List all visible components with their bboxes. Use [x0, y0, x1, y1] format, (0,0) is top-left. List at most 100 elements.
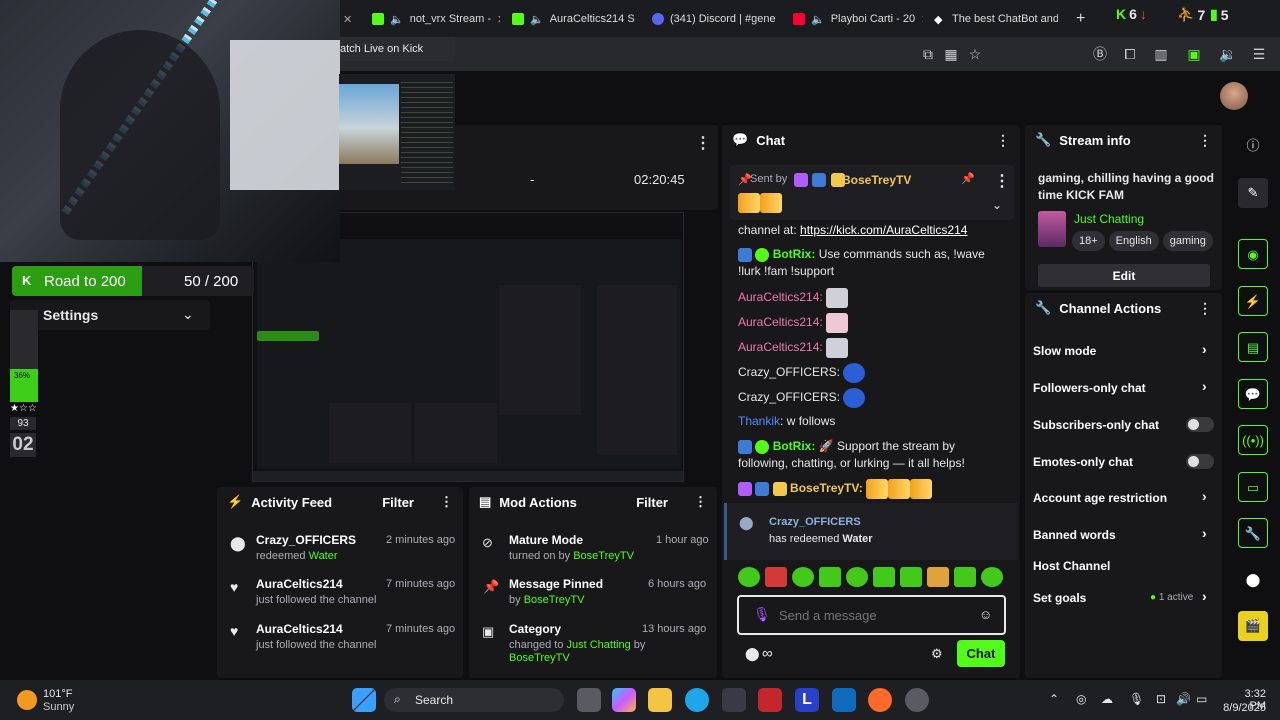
network-icon[interactable]: ⊡: [1156, 692, 1166, 706]
kick-extension-icon[interactable]: ▣: [1185, 45, 1203, 63]
message-user[interactable]: Crazy_OFFICERS:: [738, 365, 840, 379]
emotes-only-toggle[interactable]: [1186, 454, 1214, 469]
account-age-item[interactable]: Account age restriction: [1033, 491, 1167, 505]
info-icon[interactable]: ⓘ: [1238, 131, 1268, 161]
message-user[interactable]: BoseTreyTV:: [790, 481, 863, 495]
windows-start-icon[interactable]: [352, 688, 376, 712]
activity-menu-icon[interactable]: ⋮: [440, 494, 453, 510]
battery-icon[interactable]: ▭: [1196, 692, 1207, 706]
emote[interactable]: [765, 567, 787, 587]
redeem-user[interactable]: Crazy_OFFICERS: [769, 516, 861, 528]
mod-action-category[interactable]: Just Chatting: [567, 639, 631, 651]
channel-actions-menu-icon[interactable]: ⋮: [1198, 300, 1212, 317]
tab-3[interactable]: (341) Discord | #gene ✕: [652, 4, 782, 34]
extension-icon[interactable]: ⧠: [1121, 45, 1139, 63]
chevron-up-icon[interactable]: ⌃: [1049, 692, 1059, 706]
points-icon[interactable]: ⬤: [745, 646, 760, 662]
points-icon[interactable]: ⬤: [1238, 565, 1268, 595]
chevron-right-icon[interactable]: ›: [1202, 525, 1207, 541]
emoji-icon[interactable]: ☺: [979, 607, 992, 622]
document-icon[interactable]: ▤: [1238, 332, 1268, 362]
message-user[interactable]: AuraCeltics214:: [738, 290, 823, 304]
emote[interactable]: [873, 567, 895, 587]
pinned-user[interactable]: BoseTreyTV: [842, 173, 911, 187]
close-tab-icon[interactable]: ✕: [921, 13, 923, 26]
chevron-right-icon[interactable]: ›: [1202, 488, 1207, 504]
stream-info-menu-icon[interactable]: ⋮: [1198, 132, 1212, 149]
chat-input-box[interactable]: 🎙 ☺: [737, 595, 1006, 635]
emote[interactable]: [819, 567, 841, 587]
menu-icon[interactable]: ☰: [1250, 45, 1268, 63]
feed-name[interactable]: Crazy_OFFICERS: [256, 533, 356, 547]
chevron-right-icon[interactable]: ›: [1202, 588, 1207, 604]
broadcast-icon[interactable]: ((•)): [1238, 425, 1268, 455]
stats-menu-icon[interactable]: ⋮: [695, 133, 711, 153]
layout-icon[interactable]: ▭: [1238, 472, 1268, 502]
mod-action-user[interactable]: BoseTreyTV: [509, 652, 570, 664]
tray-app-icon[interactable]: ◎: [1076, 692, 1086, 706]
close-tab-icon[interactable]: ✕: [497, 13, 500, 26]
profile-b-icon[interactable]: Ⓑ: [1091, 45, 1109, 63]
taskbar-search[interactable]: ⌕ Search: [384, 688, 564, 712]
lightning-icon[interactable]: ⚡: [1238, 286, 1268, 316]
window-thumbnail[interactable]: [339, 74, 455, 190]
screen-icon[interactable]: ⧉: [919, 45, 937, 63]
clapper-icon[interactable]: 🎬: [1238, 611, 1268, 641]
firefox-icon[interactable]: [868, 688, 892, 712]
emote[interactable]: [954, 567, 976, 587]
gear-icon[interactable]: ⚙: [931, 646, 943, 662]
edge-icon[interactable]: [685, 688, 709, 712]
emote[interactable]: [900, 567, 922, 587]
subscribers-only-toggle[interactable]: [1186, 417, 1214, 432]
mod-menu-icon[interactable]: ⋮: [694, 494, 707, 510]
emote[interactable]: [738, 567, 760, 587]
feed-name[interactable]: AuraCeltics214: [256, 622, 343, 636]
emote[interactable]: [981, 567, 1003, 587]
message-user[interactable]: Thankik: [738, 414, 780, 428]
mod-action-user[interactable]: BoseTreyTV: [573, 550, 634, 562]
weather-icon[interactable]: [17, 690, 37, 710]
star-icon[interactable]: ☆: [966, 45, 984, 63]
tools-icon[interactable]: 🔧: [1238, 518, 1268, 548]
settings-row[interactable]: Settings ⌄: [10, 300, 210, 330]
category-name[interactable]: Just Chatting: [1074, 212, 1144, 226]
chevron-right-icon[interactable]: ›: [1202, 341, 1207, 357]
unpin-icon[interactable]: 📌: [961, 172, 975, 185]
store-icon[interactable]: [722, 688, 746, 712]
task-view-icon[interactable]: [577, 688, 601, 712]
mod-action-user[interactable]: BoseTreyTV: [524, 594, 585, 606]
new-tab-button[interactable]: +: [1076, 4, 1090, 34]
tab-2[interactable]: 🔈 AuraCeltics214 S ✕: [512, 4, 638, 34]
chevron-down-icon[interactable]: ⌄: [992, 198, 1002, 212]
tab-4[interactable]: 🔈 Playboi Carti - 20 ✕: [793, 4, 923, 34]
chevron-right-icon[interactable]: ›: [1202, 378, 1207, 394]
banned-words-item[interactable]: Banned words: [1033, 528, 1116, 542]
sidebar-icon[interactable]: ▥: [1152, 45, 1170, 63]
send-chat-button[interactable]: Chat: [957, 640, 1005, 667]
copilot-icon[interactable]: [612, 688, 636, 712]
outlook-icon[interactable]: [832, 688, 856, 712]
cloud-icon[interactable]: ☁: [1101, 692, 1113, 706]
chat-input[interactable]: [779, 605, 969, 625]
emote[interactable]: [792, 567, 814, 587]
emote[interactable]: [927, 567, 949, 587]
pinned-menu-icon[interactable]: ⋮: [994, 171, 1010, 191]
mic-icon[interactable]: 🎙: [1129, 692, 1144, 706]
grid-icon[interactable]: ▦: [942, 45, 960, 63]
volume-icon[interactable]: 🔉: [1219, 45, 1237, 63]
camera-icon[interactable]: ◉: [1238, 239, 1268, 269]
message-user[interactable]: Crazy_OFFICERS:: [738, 390, 840, 404]
app-red-icon[interactable]: [758, 688, 782, 712]
close-tab-icon[interactable]: ✕: [343, 4, 355, 34]
feed-name[interactable]: AuraCeltics214: [256, 577, 343, 591]
host-channel-item[interactable]: Host Channel: [1033, 559, 1110, 573]
clock-date[interactable]: 8/9/2025: [1214, 702, 1266, 714]
emote[interactable]: [846, 567, 868, 587]
volume-icon[interactable]: 🔊: [1176, 692, 1191, 706]
activity-filter-button[interactable]: Filter: [382, 495, 414, 510]
chat-bubble-icon[interactable]: 💬: [1238, 379, 1268, 409]
message-link[interactable]: https://kick.com/AuraCeltics214: [800, 223, 967, 237]
obs-icon[interactable]: [905, 688, 929, 712]
tab-5[interactable]: ◆ The best ChatBot and ✕: [934, 4, 1058, 34]
set-goals-item[interactable]: Set goals: [1033, 591, 1086, 605]
